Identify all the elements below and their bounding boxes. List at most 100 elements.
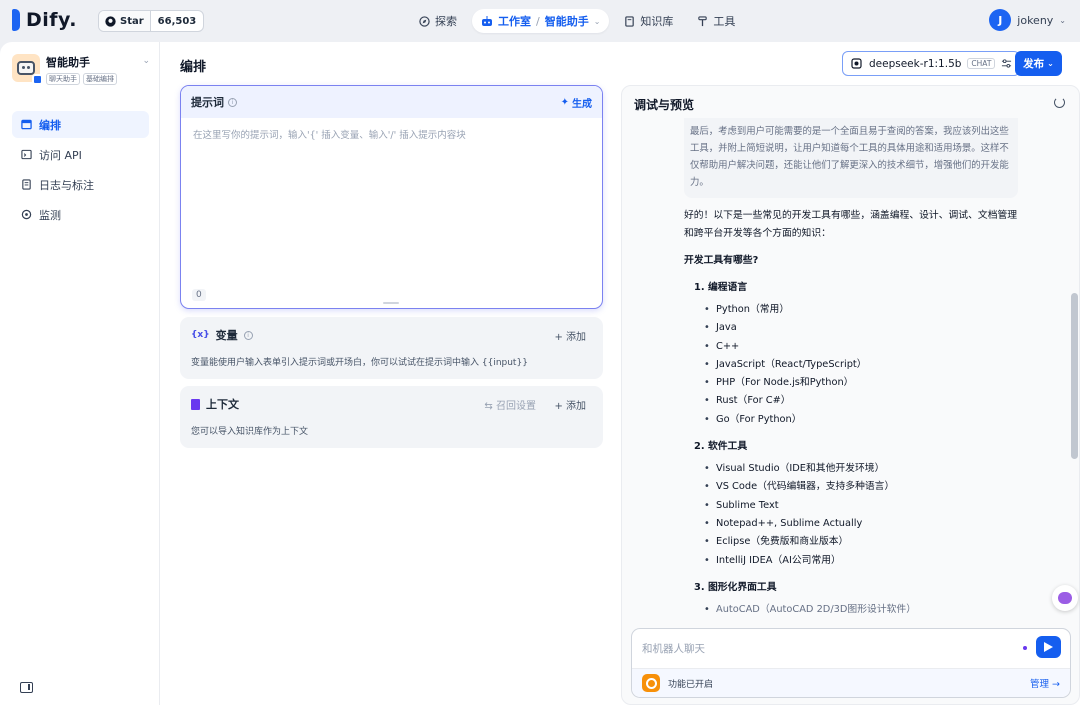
dify-logo[interactable]: Dify. <box>12 9 77 31</box>
prompt-input[interactable]: 在这里写你的提示词，输入'{' 插入变量、输入'/' 插入提示内容块 <box>181 118 602 150</box>
refresh-icon[interactable] <box>1054 97 1065 108</box>
sidebar-item-label: 日志与标注 <box>39 178 94 192</box>
logo-text: Dify. <box>26 9 77 31</box>
top-navbar: Dify. Star 66,503 探索 工作室 / 智能助手 ⌄ 知识库 工具 <box>0 0 1080 42</box>
voice-dot-icon[interactable] <box>1023 646 1027 650</box>
chat-input-box: 和机器人聊天 功能已开启 管理 → <box>631 628 1071 698</box>
chat-input[interactable]: 和机器人聊天 <box>642 641 705 656</box>
book-icon <box>625 15 635 27</box>
publish-label: 发布 <box>1023 58 1045 70</box>
document-icon <box>191 398 200 410</box>
list-item: Visual Studio（IDE和其他开发环境） <box>704 460 1024 479</box>
app-mode-tag: 基础编排 <box>83 73 117 85</box>
info-icon[interactable]: i <box>243 330 253 340</box>
model-selector-button[interactable]: deepseek-r1:1.5b CHAT <box>842 51 1021 76</box>
prompt-label: 提示词 <box>191 96 224 109</box>
list-item: PHP（For Node.js和Python） <box>704 374 1024 393</box>
assistant-fab-button[interactable] <box>1052 585 1078 611</box>
chevron-down-icon[interactable]: ⌄ <box>142 56 150 66</box>
hammer-icon <box>698 15 708 26</box>
app-type-tag: 聊天助手 <box>46 73 80 85</box>
sidebar-item-api[interactable]: 访问 API <box>12 141 149 168</box>
layout-icon <box>21 119 32 130</box>
user-avatar: J <box>989 9 1012 31</box>
sidebar-item-label: 编排 <box>39 118 61 132</box>
send-button[interactable] <box>1036 636 1061 658</box>
add-variable-button[interactable]: + 添加 <box>554 328 586 343</box>
answer-heading: 开发工具有哪些? <box>684 255 759 266</box>
app-sidebar: 智能助手 聊天助手 基础编排 ⌄ 编排 访问 API 日志与标注 监测 <box>0 42 160 705</box>
list-item: Go（For Python） <box>704 411 1024 430</box>
github-star-button[interactable]: Star 66,503 <box>98 10 205 32</box>
page-title: 编排 <box>180 60 207 75</box>
variables-card: {x} 变量 i + 添加 变量能使用户输入表单引入提示词或开场白，你可以试试在… <box>180 317 603 379</box>
sidebar-menu: 编排 访问 API 日志与标注 监测 <box>12 111 149 231</box>
robot-icon <box>17 61 35 75</box>
list-item: VS Code（代码编辑器，支持多种语言） <box>704 478 1024 497</box>
list-item: JavaScript（React/TypeScript） <box>704 356 1024 375</box>
sidebar-item-monitor[interactable]: 监测 <box>12 201 149 228</box>
list-item: Sublime Text <box>704 497 1024 516</box>
chevron-down-icon: ⌄ <box>1047 59 1054 68</box>
section-list: AutoCAD（AutoCAD 2D/3D图形设计软件） <box>704 601 1024 618</box>
star-count: 66,503 <box>157 15 197 27</box>
main-nav: 探索 工作室 / 智能助手 ⌄ 知识库 工具 <box>410 9 744 33</box>
generate-label: 生成 <box>572 98 592 110</box>
nav-knowledge-label: 知识库 <box>640 15 674 28</box>
section-list: Python（常用） Java C++ JavaScript（React/Typ… <box>704 301 1024 430</box>
chat-badge-icon <box>32 74 43 85</box>
sidebar-item-label: 监测 <box>39 208 61 222</box>
nav-explore[interactable]: 探索 <box>410 9 466 33</box>
assistant-answer: 好的！以下是一些常见的开发工具有哪些，涵盖编程、设计、调试、文档管理和跨平台开发… <box>684 207 1024 618</box>
debug-preview-panel: 调试与预览 最后，考虑到用户可能需要的是一个全面且易于查阅的答案，我应该列出这些… <box>621 85 1080 705</box>
model-icon <box>851 58 862 69</box>
section-list: Visual Studio（IDE和其他开发环境） VS Code（代码编辑器，… <box>704 460 1024 571</box>
feature-bar: 功能已开启 管理 → <box>632 668 1070 697</box>
terminal-icon <box>21 149 32 160</box>
nav-tools[interactable]: 工具 <box>688 9 744 33</box>
app-name: 智能助手 <box>46 56 90 69</box>
retrieval-settings-button[interactable]: ⇆ 召回设置 <box>484 397 536 412</box>
monitor-icon <box>21 209 32 220</box>
user-menu[interactable]: J jokeny ⌄ <box>989 9 1066 31</box>
section-title: 3. 图形化界面工具 <box>694 581 777 593</box>
model-type-badge: CHAT <box>967 58 996 69</box>
chevron-down-icon[interactable]: ⌄ <box>594 17 601 26</box>
prompt-char-count: 0 <box>192 289 206 301</box>
nav-current-app[interactable]: 智能助手 <box>545 13 589 29</box>
prompt-header: 提示词 i ✦ 生成 <box>181 86 602 118</box>
resize-handle[interactable] <box>383 302 399 304</box>
scrollbar-thumb[interactable] <box>1071 293 1078 459</box>
model-name: deepseek-r1:1.5b <box>869 57 962 70</box>
nav-knowledge[interactable]: 知识库 <box>615 9 682 33</box>
sidebar-item-logs[interactable]: 日志与标注 <box>12 171 149 198</box>
context-card: 上下文 ⇆ 召回设置 + 添加 您可以导入知识库作为上下文 <box>180 386 603 448</box>
thinking-block: 最后，考虑到用户可能需要的是一个全面且易于查阅的答案，我应该列出这些工具，并附上… <box>684 118 1018 198</box>
list-item: IntelliJ IDEA（AI公司常用） <box>704 552 1024 571</box>
answer-intro: 好的！以下是一些常见的开发工具有哪些，涵盖编程、设计、调试、文档管理和跨平台开发… <box>684 210 1018 239</box>
context-description: 您可以导入知识库作为上下文 <box>191 427 309 437</box>
retrieval-settings-label: 召回设置 <box>496 401 536 412</box>
feature-icon <box>642 674 660 692</box>
sidebar-item-label: 访问 API <box>39 148 82 162</box>
list-item: Java <box>704 319 1024 338</box>
add-context-button[interactable]: + 添加 <box>554 397 586 412</box>
feature-status: 功能已开启 <box>668 679 714 690</box>
chat-messages[interactable]: 最后，考虑到用户可能需要的是一个全面且易于查阅的答案，我应该列出这些工具，并附上… <box>622 118 1079 618</box>
sidebar-collapse-icon[interactable] <box>20 682 33 693</box>
nav-studio[interactable]: 工作室 / 智能助手 ⌄ <box>472 9 610 33</box>
variable-icon: {x} <box>191 330 210 340</box>
generate-button[interactable]: ✦ 生成 <box>561 95 592 110</box>
main-content: 编排 deepseek-r1:1.5b CHAT 发布 ⌄ 提示词 i ✦ 生成… <box>160 42 1080 705</box>
debug-title: 调试与预览 <box>634 98 695 112</box>
list-item: Eclipse（免费版和商业版本） <box>704 533 1024 552</box>
variables-description: 变量能使用户输入表单引入提示词或开场白，你可以试试在提示词中输入 {{input… <box>191 358 528 368</box>
app-switcher[interactable]: 智能助手 聊天助手 基础编排 ⌄ <box>12 54 150 85</box>
settings-sliders-icon[interactable] <box>1001 58 1012 69</box>
publish-button[interactable]: 发布 ⌄ <box>1015 51 1062 76</box>
section-title: 1. 编程语言 <box>694 282 748 293</box>
list-item: Notepad++, Sublime Actually <box>704 515 1024 534</box>
sidebar-item-orchestrate[interactable]: 编排 <box>12 111 149 138</box>
manage-features-link[interactable]: 管理 → <box>1030 676 1060 690</box>
info-icon[interactable]: i <box>228 97 237 107</box>
